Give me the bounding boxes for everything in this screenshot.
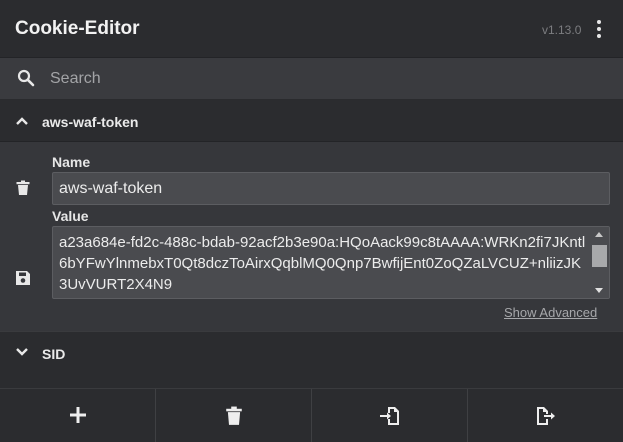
show-advanced-link[interactable]: Show Advanced bbox=[504, 305, 597, 320]
cookie-header-aws-waf-token[interactable]: aws-waf-token bbox=[0, 100, 623, 142]
value-field[interactable]: a23a684e-fd2c-488c-bdab-92acf2b3e90a:HQo… bbox=[52, 226, 610, 299]
search-bar bbox=[0, 58, 623, 100]
cookie-name: SID bbox=[42, 346, 66, 362]
delete-all-button[interactable] bbox=[156, 389, 312, 442]
version-label: v1.13.0 bbox=[542, 23, 582, 37]
search-icon bbox=[17, 69, 35, 87]
value-label: Value bbox=[52, 208, 89, 224]
cookie-header-sid[interactable]: SID bbox=[0, 331, 623, 373]
chevron-up-icon bbox=[16, 117, 28, 125]
cookie-name: aws-waf-token bbox=[42, 114, 139, 130]
plus-icon bbox=[69, 407, 86, 423]
export-icon bbox=[536, 407, 555, 425]
cookie-details: Name Value a23a684e-fd2c-488c-bdab-92acf… bbox=[0, 142, 623, 331]
save-disk-icon[interactable] bbox=[15, 270, 31, 286]
trash-icon[interactable] bbox=[15, 180, 31, 196]
value-text[interactable]: a23a684e-fd2c-488c-bdab-92acf2b3e90a:HQo… bbox=[59, 232, 589, 295]
trash-icon bbox=[225, 406, 242, 425]
import-button[interactable] bbox=[312, 389, 468, 442]
import-icon bbox=[379, 407, 399, 425]
add-cookie-button[interactable] bbox=[0, 389, 156, 442]
export-button[interactable] bbox=[468, 389, 623, 442]
scroll-up-arrow-icon[interactable] bbox=[595, 232, 603, 237]
name-field[interactable] bbox=[52, 172, 610, 205]
name-label: Name bbox=[52, 154, 91, 170]
value-scrollbar[interactable] bbox=[590, 227, 609, 298]
footer-toolbar bbox=[0, 388, 623, 442]
search-input[interactable] bbox=[40, 64, 600, 94]
vertical-dots-icon[interactable] bbox=[590, 18, 608, 40]
chevron-down-icon bbox=[16, 348, 28, 356]
scroll-thumb[interactable] bbox=[592, 245, 607, 267]
app-title: Cookie-Editor bbox=[15, 18, 140, 39]
scroll-down-arrow-icon[interactable] bbox=[595, 288, 603, 293]
app-header: Cookie-Editor v1.13.0 bbox=[0, 0, 623, 58]
